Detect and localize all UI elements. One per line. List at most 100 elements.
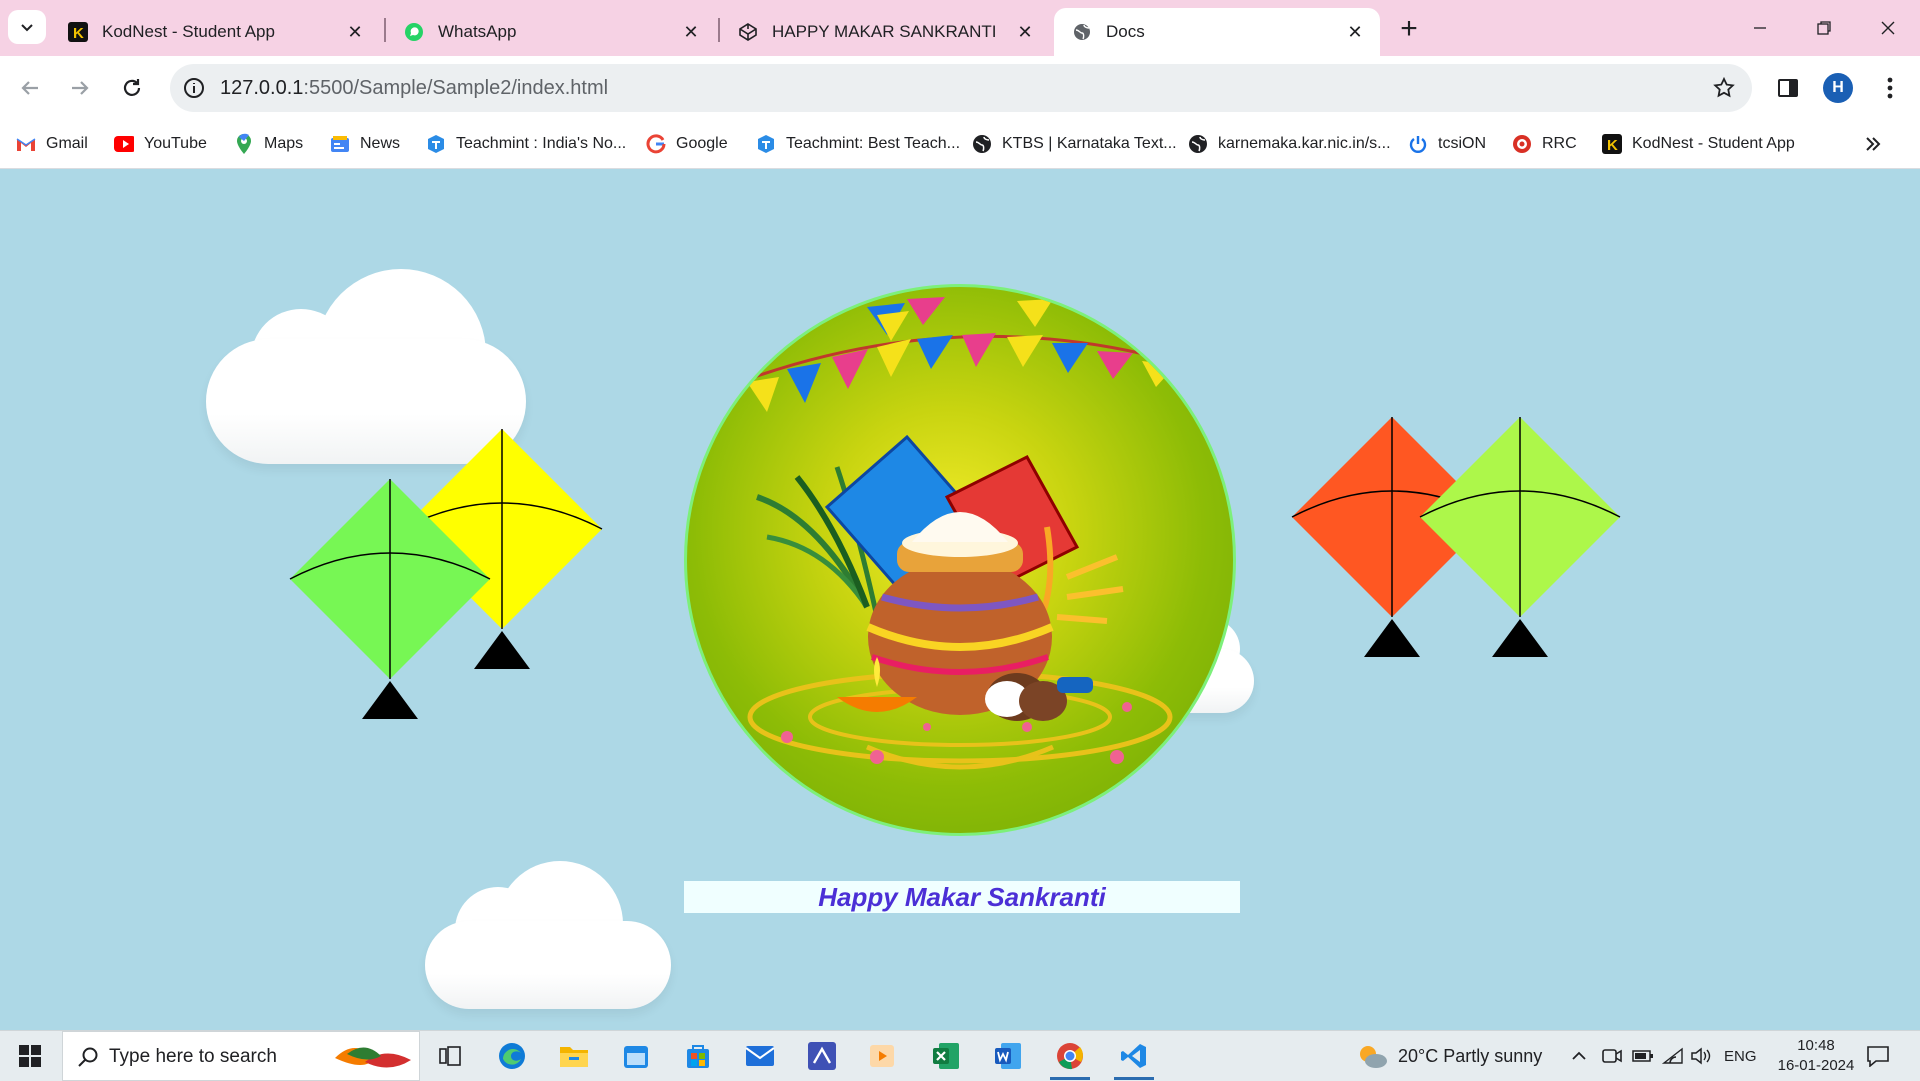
taskbar-word[interactable] (988, 1036, 1028, 1076)
calendar-icon (624, 1046, 648, 1068)
profile-button[interactable]: H (1822, 72, 1854, 104)
bookmark-label: RRC (1542, 135, 1577, 152)
chrome-icon (1057, 1043, 1083, 1070)
close-icon (1881, 21, 1895, 35)
whatsapp-icon (404, 22, 424, 42)
taskbar-chrome[interactable] (1050, 1036, 1090, 1080)
bookmark-news[interactable]: News (330, 130, 400, 158)
task-view-button[interactable] (430, 1036, 470, 1076)
minimize-icon (1754, 27, 1766, 29)
minimize-button[interactable] (1728, 0, 1792, 56)
store-icon (687, 1045, 709, 1068)
show-hidden-icons-button[interactable] (1570, 1031, 1588, 1081)
taskbar-search-box[interactable]: Type here to search (62, 1031, 420, 1081)
taskbar-vscode[interactable] (1114, 1036, 1154, 1080)
taskbar-store[interactable] (678, 1036, 718, 1076)
bookmark-label: karnemaka.kar.nic.in/s... (1218, 135, 1391, 152)
close-tab-icon[interactable]: ✕ (1014, 21, 1036, 43)
globe-icon (972, 134, 992, 154)
close-tab-icon[interactable]: ✕ (1344, 21, 1366, 43)
close-tab-icon[interactable]: ✕ (680, 21, 702, 43)
taskbar-media-player[interactable] (862, 1036, 902, 1076)
chevron-down-icon (21, 24, 33, 32)
tab-title: WhatsApp (438, 22, 517, 41)
language-text: ENG (1724, 1047, 1757, 1065)
taskbar-math-app[interactable] (802, 1036, 842, 1076)
festival-illustration (684, 284, 1236, 836)
forward-button[interactable] (62, 70, 98, 106)
tab-search-button[interactable] (8, 10, 46, 44)
volume-button[interactable] (1690, 1031, 1712, 1081)
sankranti-pot-illustration (726, 297, 1194, 770)
camera-icon (1602, 1049, 1622, 1063)
bookmark-label: Teachmint : India's No... (456, 135, 627, 152)
clock[interactable]: 10:48 16-01-2024 (1766, 1031, 1866, 1081)
edge-icon (499, 1043, 525, 1069)
meet-now-button[interactable] (1602, 1031, 1622, 1081)
bookmark-maps[interactable]: Maps (234, 130, 303, 158)
notifications-button[interactable] (1866, 1031, 1890, 1081)
taskbar-edge[interactable] (492, 1036, 532, 1076)
new-tab-button[interactable]: + (1392, 12, 1426, 46)
windows-logo-icon (19, 1045, 41, 1067)
close-tab-icon[interactable]: ✕ (344, 21, 366, 43)
folder-icon (560, 1047, 588, 1067)
close-window-button[interactable] (1856, 0, 1920, 56)
bookmark-kodnest[interactable]: K KodNest - Student App (1602, 130, 1795, 158)
bookmark-tcsion[interactable]: tcsiON (1408, 130, 1486, 158)
tcsion-icon (1408, 134, 1428, 154)
tab-docs[interactable]: Docs ✕ (1054, 8, 1380, 56)
teachmint-icon (756, 134, 776, 154)
battery-icon (1632, 1050, 1653, 1062)
bookmark-label: tcsiON (1438, 135, 1486, 152)
bookmark-karnemaka[interactable]: karnemaka.kar.nic.in/s... (1188, 130, 1391, 158)
bookmark-star-icon[interactable] (1712, 76, 1736, 100)
weather-widget[interactable]: 20°C Partly sunny (1356, 1031, 1542, 1081)
network-button[interactable] (1662, 1031, 1684, 1081)
bookmark-gmail[interactable]: Gmail (16, 130, 88, 158)
menu-button[interactable] (1874, 72, 1906, 104)
bookmark-teachmint-1[interactable]: Teachmint : India's No... (426, 130, 626, 158)
reload-button[interactable] (114, 70, 150, 106)
tab-strip: K KodNest - Student App ✕ WhatsApp ✕ HAP… (0, 0, 1920, 56)
taskbar-file-explorer[interactable] (554, 1036, 594, 1076)
bookmark-youtube[interactable]: YouTube (114, 130, 207, 158)
url-path: :5500/Sample/Sample2/index.html (303, 77, 609, 99)
rrc-icon (1512, 134, 1532, 154)
url-text[interactable]: 127.0.0.1:5500/Sample/Sample2/index.html (220, 77, 608, 100)
restore-icon (1817, 21, 1831, 35)
tab-makar-sankranti[interactable]: HAPPY MAKAR SANKRANTI ✕ (720, 8, 1050, 56)
taskbar-mail[interactable] (740, 1036, 780, 1076)
kebab-menu-icon (1887, 77, 1893, 99)
back-button[interactable] (12, 70, 48, 106)
page-canvas: Happy Makar Sankranti (0, 169, 1920, 1029)
side-panel-icon (1778, 79, 1798, 97)
bookmark-ktbs[interactable]: KTBS | Karnataka Text... (972, 130, 1177, 158)
math-app-icon (808, 1042, 836, 1070)
bookmarks-overflow-button[interactable] (1864, 130, 1882, 158)
url-host: 127.0.0.1 (220, 77, 304, 99)
green-kite (289, 479, 491, 719)
bookmark-google[interactable]: Google (646, 130, 728, 158)
clock-date: 16-01-2024 (1777, 1057, 1855, 1074)
news-icon (330, 134, 350, 154)
tab-kodnest[interactable]: K KodNest - Student App ✕ (50, 8, 380, 56)
battery-button[interactable] (1632, 1031, 1654, 1081)
address-bar[interactable]: 127.0.0.1:5500/Sample/Sample2/index.html (170, 64, 1752, 112)
mail-icon (745, 1046, 775, 1066)
start-button[interactable] (0, 1031, 60, 1081)
taskbar-calendar[interactable] (616, 1036, 656, 1076)
restore-button[interactable] (1792, 0, 1856, 56)
tab-whatsapp[interactable]: WhatsApp ✕ (386, 8, 716, 56)
taskbar-excel[interactable] (926, 1036, 966, 1076)
wifi-icon (1662, 1047, 1683, 1064)
back-arrow-icon (21, 81, 38, 95)
site-info-icon[interactable] (182, 76, 206, 100)
bookmark-label: Gmail (46, 135, 88, 152)
browser-toolbar: 127.0.0.1:5500/Sample/Sample2/index.html… (0, 56, 1920, 120)
gmail-icon (16, 134, 36, 154)
side-panel-button[interactable] (1772, 72, 1804, 104)
bookmark-rrc[interactable]: RRC (1512, 130, 1577, 158)
bookmark-teachmint-2[interactable]: Teachmint: Best Teach... (756, 130, 960, 158)
language-indicator[interactable]: ENG (1724, 1031, 1757, 1081)
